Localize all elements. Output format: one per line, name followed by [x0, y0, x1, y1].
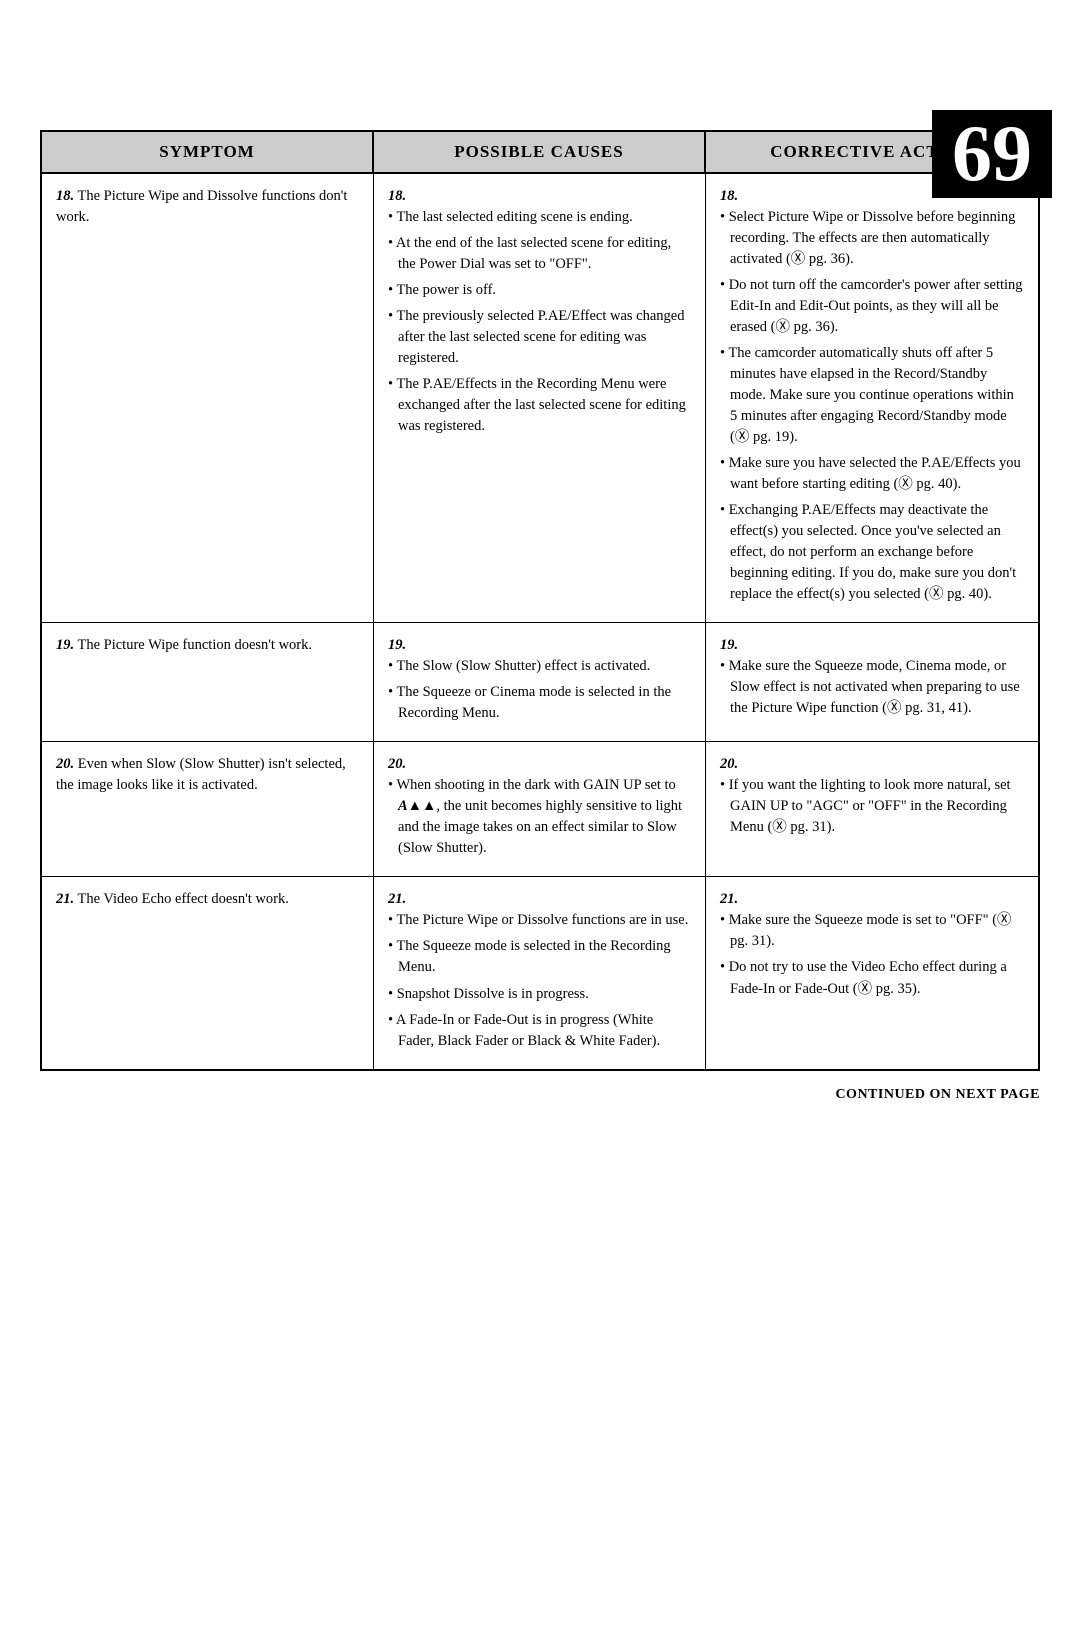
causes-cell-21: 21. The Picture Wipe or Dissolve functio…	[374, 877, 706, 1068]
causes-cell-19: 19. The Slow (Slow Shutter) effect is ac…	[374, 623, 706, 741]
continued-footer: CONTINUED ON NEXT PAGE	[40, 1087, 1040, 1103]
header-causes: Possible Causes	[374, 132, 706, 172]
cause-18-1: The last selected editing scene is endin…	[388, 207, 691, 228]
causes-cell-18: 18. The last selected editing scene is e…	[374, 174, 706, 622]
action-cell-20: 20. If you want the lighting to look mor…	[706, 742, 1038, 876]
table-row: 20. Even when Slow (Slow Shutter) isn't …	[42, 742, 1038, 877]
action-21-1: Make sure the Squeeze mode is set to "OF…	[720, 910, 1024, 952]
row-21-num: 21.	[56, 891, 74, 907]
cause-20-1: When shooting in the dark with GAIN UP s…	[388, 775, 691, 859]
action-19-1: Make sure the Squeeze mode, Cinema mode,…	[720, 656, 1024, 719]
symptom-cell-19: 19. The Picture Wipe function doesn't wo…	[42, 623, 374, 741]
action-21-2: Do not try to use the Video Echo effect …	[720, 957, 1024, 999]
cause-18-2: At the end of the last selected scene fo…	[388, 233, 691, 275]
action-18-2: Do not turn off the camcorder's power af…	[720, 275, 1024, 338]
cause-21-1: The Picture Wipe or Dissolve functions a…	[388, 910, 691, 931]
cause-21-2: The Squeeze mode is selected in the Reco…	[388, 936, 691, 978]
table-row: 21. The Video Echo effect doesn't work. …	[42, 877, 1038, 1068]
symptom-cell-18: 18. The Picture Wipe and Dissolve functi…	[42, 174, 374, 622]
causes-18-num: 18.	[388, 188, 406, 204]
cause-19-1: The Slow (Slow Shutter) effect is activa…	[388, 656, 691, 677]
row-20-num: 20.	[56, 756, 74, 772]
row-18-num: 18.	[56, 188, 74, 204]
action-cell-18: 18. Select Picture Wipe or Dissolve befo…	[706, 174, 1038, 622]
action-18-num: 18.	[720, 188, 738, 204]
action-20-1: If you want the lighting to look more na…	[720, 775, 1024, 838]
cause-18-4: The previously selected P.AE/Effect was …	[388, 306, 691, 369]
action-18-3: The camcorder automatically shuts off af…	[720, 343, 1024, 448]
causes-19-num: 19.	[388, 637, 406, 653]
action-cell-19: 19. Make sure the Squeeze mode, Cinema m…	[706, 623, 1038, 741]
cause-21-4: A Fade-In or Fade-Out is in progress (Wh…	[388, 1010, 691, 1052]
table-row: 18. The Picture Wipe and Dissolve functi…	[42, 174, 1038, 623]
symptom-cell-21: 21. The Video Echo effect doesn't work.	[42, 877, 374, 1068]
table-row: 19. The Picture Wipe function doesn't wo…	[42, 623, 1038, 742]
symptom-cell-20: 20. Even when Slow (Slow Shutter) isn't …	[42, 742, 374, 876]
header-symptom: Symptom	[42, 132, 374, 172]
cause-18-5: The P.AE/Effects in the Recording Menu w…	[388, 374, 691, 437]
action-18-1: Select Picture Wipe or Dissolve before b…	[720, 207, 1024, 270]
action-20-num: 20.	[720, 756, 738, 772]
causes-20-num: 20.	[388, 756, 406, 772]
table-body: 18. The Picture Wipe and Dissolve functi…	[40, 174, 1040, 1071]
causes-cell-20: 20. When shooting in the dark with GAIN …	[374, 742, 706, 876]
page-number: 69	[932, 110, 1052, 198]
table-header: Symptom Possible Causes Corrective Actio…	[40, 130, 1040, 174]
cause-19-2: The Squeeze or Cinema mode is selected i…	[388, 682, 691, 724]
cause-18-3: The power is off.	[388, 280, 691, 301]
action-cell-21: 21. Make sure the Squeeze mode is set to…	[706, 877, 1038, 1068]
cause-21-3: Snapshot Dissolve is in progress.	[388, 984, 691, 1005]
action-21-num: 21.	[720, 891, 738, 907]
action-18-4: Make sure you have selected the P.AE/Eff…	[720, 453, 1024, 495]
action-18-5: Exchanging P.AE/Effects may deactivate t…	[720, 500, 1024, 605]
causes-21-num: 21.	[388, 891, 406, 907]
action-19-num: 19.	[720, 637, 738, 653]
row-19-num: 19.	[56, 637, 74, 653]
